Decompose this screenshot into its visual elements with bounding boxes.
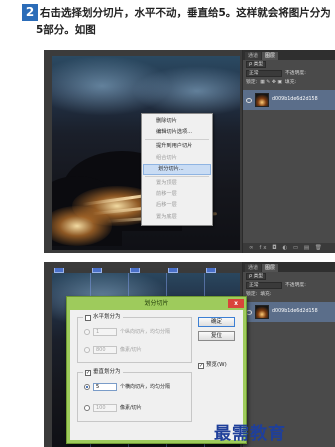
tab-channels[interactable]: 通道 [245, 264, 262, 272]
screenshot-divide-dialog: 通道 图层 ρ 类型 正常 不透明度: 锁定: 填充: d009b1de6d2d… [44, 262, 335, 447]
kind-filter[interactable]: ρ 类型 [246, 273, 267, 280]
panel-footer-icons[interactable]: ∞ fx ◘ ◐ ▭ ▤ 🗑 [243, 243, 335, 253]
layers-panel: 通道 图层 ρ 类型 正常 不透明度: 锁定: ▦ ✎ ✥ ▣ 填充: d009… [242, 50, 335, 253]
layer-thumbnail [255, 305, 269, 319]
horizontal-count-option: 1 个纵向切片，均匀分隔 [84, 328, 170, 336]
preview-checkbox[interactable]: ✓ 预览(W) [198, 362, 227, 369]
dialog-title: 划分切片 [144, 300, 169, 307]
vertical-pixels-option: 100 像素/切片 [84, 404, 142, 412]
horizontal-label: 水平划分为 [93, 314, 121, 320]
menu-item[interactable]: 编辑切片选项... [142, 127, 212, 138]
kind-filter[interactable]: ρ 类型 [246, 61, 267, 68]
lock-label: 锁定: [246, 292, 258, 297]
menu-item: 前移一层 [156, 191, 177, 198]
menu-item: 组合切片 [156, 154, 177, 161]
menu-separator [145, 139, 209, 141]
lock-row: 锁定: ▦ ✎ ✥ ▣ 填充: [243, 78, 335, 87]
lock-label: 锁定: [246, 80, 258, 85]
eye-icon[interactable] [246, 97, 252, 103]
blend-row: 正常 不透明度: [243, 69, 335, 78]
vertical-count-unit: 个横向切片，均匀分隔 [120, 384, 171, 390]
menu-item: 后移一层 [156, 202, 177, 209]
layer-name: d009b1de6d2d158 [272, 97, 318, 102]
horizontal-count-input[interactable]: 1 [93, 328, 117, 336]
vertical-checkbox[interactable]: ✓ 垂直划分为 [83, 369, 123, 376]
tab-layers[interactable]: 图层 [262, 264, 279, 272]
horizontal-group: 水平划分为 1 个纵向切片，均匀分隔 800 像素/切片 [77, 314, 192, 363]
vertical-count-input[interactable]: 5 [93, 383, 117, 391]
fill-label: 填充: [260, 292, 272, 297]
close-button[interactable]: x [228, 299, 244, 308]
tab-layers[interactable]: 图层 [262, 52, 279, 60]
menu-item: 置为顶层 [156, 179, 177, 186]
step-instruction: 右击选择划分切片，水平不动，垂直给5。这样就会将图片分为5部分。如图 [36, 5, 332, 39]
horizontal-pixels-unit: 像素/切片 [120, 347, 142, 353]
slice-guides [52, 268, 240, 273]
slice-tag [54, 268, 64, 273]
blend-mode-select[interactable]: 正常 [246, 70, 282, 77]
tutorial-page: 2 右击选择划分切片，水平不动，垂直给5。这样就会将图片分为5部分。如图 删除切… [0, 0, 335, 447]
checkbox-box [85, 314, 91, 321]
step-instruction-text: 右击选择划分切片，水平不动，垂直给5。这样就会将图片分为5部分。如图 [36, 7, 331, 36]
filter-row: ρ 类型 [243, 272, 335, 281]
horizontal-pixels-option: 800 像素/切片 [84, 346, 142, 354]
slice-tag [168, 268, 178, 273]
preview-label: 预览(W) [206, 362, 227, 368]
opacity-label: 不透明度: [285, 283, 306, 288]
vertical-pixels-unit: 像素/切片 [120, 405, 142, 411]
vertical-pixels-input[interactable]: 100 [93, 404, 117, 412]
lock-icons[interactable]: ▦ ✎ ✥ ▣ [260, 78, 282, 87]
panel-tabs: 通道 图层 [243, 262, 335, 272]
watermark-logo: 最需教育 [214, 424, 286, 444]
radio-button[interactable] [84, 329, 90, 335]
lock-row: 锁定: 填充: [243, 290, 335, 299]
checkbox-box-checked: ✓ [85, 369, 91, 376]
radio-button[interactable] [84, 347, 90, 353]
ok-button[interactable]: 确定 [198, 317, 235, 327]
tab-channels[interactable]: 通道 [245, 52, 262, 60]
opacity-label: 不透明度: [285, 71, 306, 76]
layer-row[interactable]: d009b1de6d2d158 [243, 302, 335, 322]
slice-tag [92, 268, 102, 273]
filter-row: ρ 类型 [243, 60, 335, 69]
blend-mode-select[interactable]: 正常 [246, 282, 282, 289]
checkbox-box-checked: ✓ [198, 362, 204, 369]
vertical-count-option: 5 个横向切片，均匀分隔 [84, 383, 170, 391]
context-menu: 删除切片 编辑切片选项... 提升到用户切片组合切片划分切片... 置为顶层前移一层后… [141, 113, 213, 226]
radio-button-selected[interactable] [84, 384, 90, 390]
step-header: 2 右击选择划分切片，水平不动，垂直给5。这样就会将图片分为5部分。如图 [22, 4, 332, 44]
dialog-body: 水平划分为 1 个纵向切片，均匀分隔 800 像素/切片 ✓ 垂直划分为 5 个… [70, 310, 243, 440]
menu-separator [145, 175, 209, 177]
layers-panel-2: 通道 图层 ρ 类型 正常 不透明度: 锁定: 填充: d009b1de6d2d… [242, 262, 335, 447]
horizontal-count-unit: 个纵向切片，均匀分隔 [120, 329, 171, 335]
blend-row: 正常 不透明度: [243, 281, 335, 290]
layer-row[interactable]: d009b1de6d2d158 [243, 90, 335, 110]
horizontal-checkbox[interactable]: 水平划分为 [83, 314, 123, 321]
menu-item[interactable]: 划分切片... [143, 163, 211, 175]
menu-item[interactable]: 提升到用户切片 [142, 141, 212, 152]
menu-item[interactable]: 删除切片 [142, 116, 212, 127]
reset-button[interactable]: 复位 [198, 331, 235, 341]
radio-button[interactable] [84, 405, 90, 411]
slice-tag [130, 268, 140, 273]
menu-item: 置为底层 [156, 213, 177, 220]
layer-thumbnail [255, 93, 269, 107]
vertical-label: 垂直划分为 [93, 369, 121, 375]
vertical-group: ✓ 垂直划分为 5 个横向切片，均匀分隔 100 像素/切片 [77, 369, 192, 422]
panel-tabs: 通道 图层 [243, 50, 335, 60]
horizontal-pixels-input[interactable]: 800 [93, 346, 117, 354]
slice-tag [206, 268, 216, 273]
layer-name: d009b1de6d2d158 [272, 309, 318, 314]
divide-slice-dialog: 划分切片 x 水平划分为 1 个纵向切片，均匀分隔 800 像素/切片 ✓ 垂直… [66, 296, 247, 444]
fill-label: 填充: [284, 80, 297, 85]
screenshot-context-menu: 删除切片 编辑切片选项... 提升到用户切片组合切片划分切片... 置为顶层前移一层后… [44, 50, 335, 253]
